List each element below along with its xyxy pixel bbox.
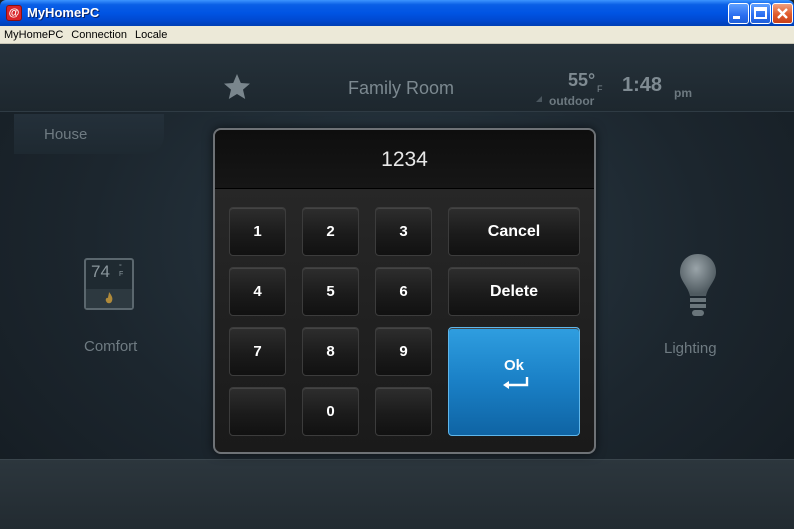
key-9[interactable]: 9 bbox=[375, 327, 432, 376]
close-button[interactable] bbox=[772, 3, 793, 24]
maximize-icon bbox=[754, 7, 767, 19]
favorite-star-icon[interactable] bbox=[222, 72, 252, 102]
window-title: MyHomePC bbox=[27, 5, 100, 20]
key-7[interactable]: 7 bbox=[229, 327, 286, 376]
menu-locale[interactable]: Locale bbox=[135, 29, 167, 41]
app-area: Family Room 55° F outdoor 1:48 pm House … bbox=[0, 44, 794, 529]
key-5[interactable]: 5 bbox=[302, 267, 359, 316]
delete-button[interactable]: Delete bbox=[448, 267, 580, 316]
room-name[interactable]: Family Room bbox=[348, 78, 454, 99]
enter-return-icon bbox=[503, 377, 529, 389]
maximize-button[interactable] bbox=[750, 3, 771, 24]
close-icon bbox=[777, 8, 788, 19]
house-tab[interactable]: House bbox=[14, 114, 164, 154]
key-8[interactable]: 8 bbox=[302, 327, 359, 376]
header-bar: Family Room 55° F outdoor 1:48 pm bbox=[0, 44, 794, 112]
flame-icon-area bbox=[86, 289, 132, 308]
key-6[interactable]: 6 bbox=[375, 267, 432, 316]
key-blank-left[interactable] bbox=[229, 387, 286, 436]
comfort-temp: 74 bbox=[91, 262, 110, 281]
keypad-dialog: 1234 1 2 3 Cancel 4 5 6 Delete 7 8 9 0 O… bbox=[213, 128, 596, 454]
key-3[interactable]: 3 bbox=[375, 207, 432, 256]
outdoor-temperature: 55° bbox=[568, 70, 596, 90]
menu-myhomepc[interactable]: MyHomePC bbox=[4, 29, 63, 41]
ok-label: Ok bbox=[503, 357, 524, 374]
key-2[interactable]: 2 bbox=[302, 207, 359, 256]
bottom-bar bbox=[0, 459, 794, 529]
clock-time: 1:48 bbox=[622, 74, 663, 96]
room-selector-indicator bbox=[536, 96, 542, 102]
lighting-label[interactable]: Lighting bbox=[664, 340, 717, 357]
comfort-temp-unit: ° F bbox=[119, 264, 124, 278]
lightbulb-icon[interactable] bbox=[676, 250, 720, 326]
minimize-button[interactable] bbox=[728, 3, 749, 24]
clock-ampm: pm bbox=[674, 86, 692, 100]
key-4[interactable]: 4 bbox=[229, 267, 286, 316]
minimize-icon bbox=[733, 16, 740, 19]
ok-button[interactable]: Ok bbox=[448, 327, 580, 436]
cancel-button[interactable]: Cancel bbox=[448, 207, 580, 256]
key-0[interactable]: 0 bbox=[302, 387, 359, 436]
pin-display: 1234 bbox=[215, 130, 594, 189]
menu-bar: MyHomePC Connection Locale bbox=[0, 26, 794, 44]
key-blank-right[interactable] bbox=[375, 387, 432, 436]
flame-icon bbox=[105, 292, 113, 304]
comfort-label[interactable]: Comfort bbox=[84, 338, 137, 355]
outdoor-temperature-unit: F bbox=[597, 84, 603, 94]
comfort-thermostat-icon[interactable]: 74 ° F bbox=[84, 258, 134, 310]
outdoor-label: outdoor bbox=[549, 94, 595, 108]
app-logo-icon[interactable]: @ bbox=[6, 5, 22, 21]
house-tab-label: House bbox=[44, 126, 88, 143]
title-bar: @ MyHomePC bbox=[0, 0, 794, 26]
key-1[interactable]: 1 bbox=[229, 207, 286, 256]
menu-connection[interactable]: Connection bbox=[71, 29, 127, 41]
